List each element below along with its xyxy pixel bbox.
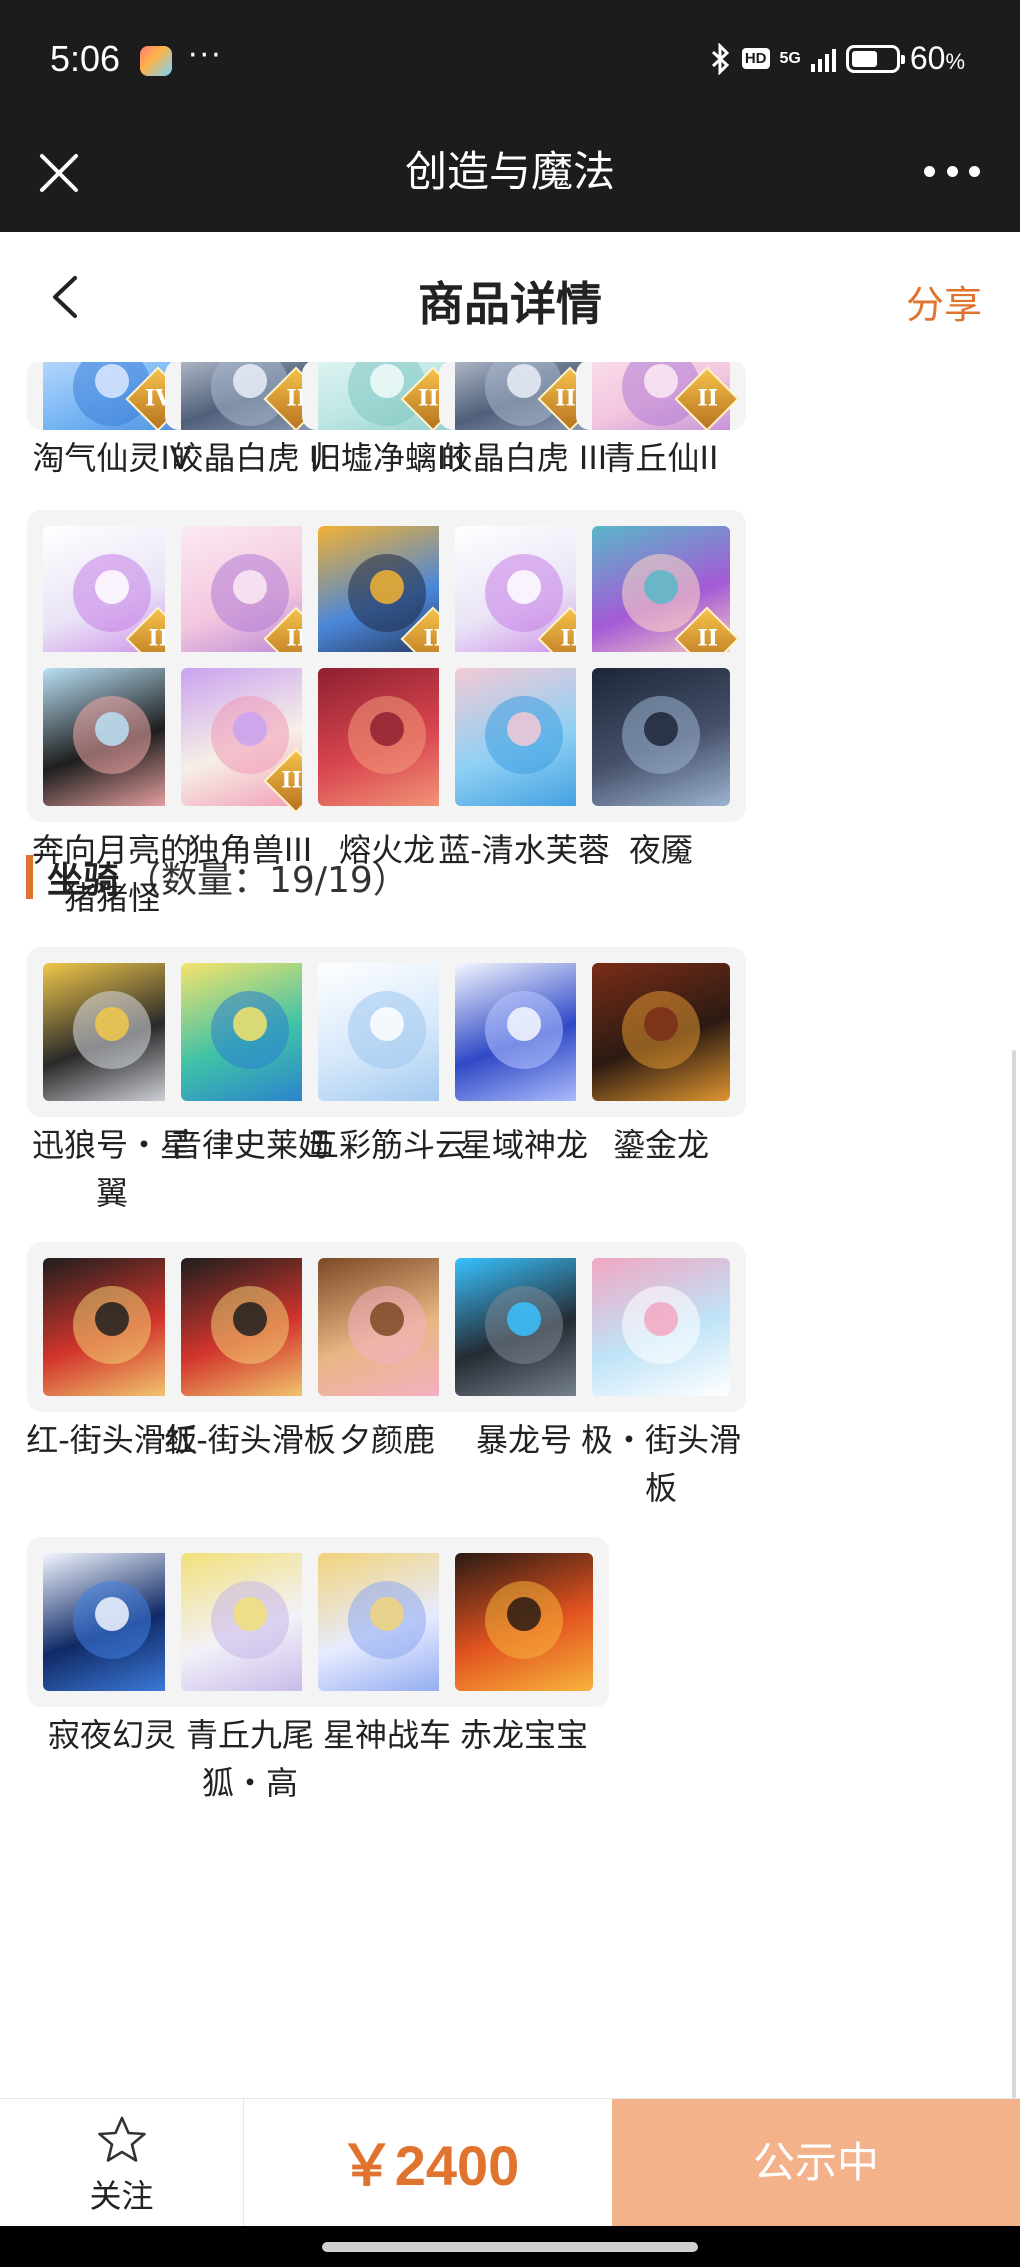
- grade-badge-text: II: [697, 385, 719, 412]
- item-thumbnail: [576, 1242, 746, 1412]
- item-image: [592, 963, 730, 1101]
- battery-icon: [845, 44, 905, 73]
- bluetooth-icon: [711, 42, 729, 75]
- app-bar: 创造与魔法: [0, 126, 1020, 232]
- page-title: 商品详情: [418, 277, 602, 331]
- item-thumbnail: [576, 947, 746, 1117]
- app-title: 创造与魔法: [404, 147, 615, 196]
- share-button[interactable]: 分享: [906, 274, 982, 329]
- item-name: 鎏金龙: [612, 1126, 709, 1164]
- product-detail-content[interactable]: IV 淘气仙灵IV II 皎晶白虎 II III 归墟净螭III III 皎晶白虎 III II…: [0, 362, 1020, 2098]
- page-header: 商品详情 分享: [0, 232, 1020, 362]
- battery-percent: 60%: [909, 40, 965, 76]
- item-image: [592, 668, 730, 806]
- star-icon: [98, 2116, 146, 2162]
- signal-strength-icon: [810, 46, 836, 72]
- item-name: 极・街头滑板: [580, 1421, 741, 1507]
- list-item[interactable]: 赤龙宝宝: [434, 1537, 614, 1759]
- bottom-action-bar: 关注 ￥2400 公示中: [0, 2098, 1020, 2227]
- home-indicator[interactable]: [322, 2242, 698, 2252]
- item-image: [455, 1553, 593, 1691]
- status-time: 5:06: [50, 38, 121, 79]
- list-item[interactable]: 鎏金龙: [571, 947, 751, 1169]
- item-image: [592, 1258, 730, 1396]
- grade-badge-text: II: [697, 625, 719, 652]
- system-nav-bar: [0, 2226, 1020, 2267]
- item-name: 赤龙宝宝: [459, 1716, 588, 1754]
- follow-button[interactable]: 关注: [0, 2099, 244, 2227]
- scrollbar[interactable]: [1012, 1050, 1016, 2100]
- status-indicators: HD 5G 60%: [710, 40, 965, 77]
- network-type: 5G: [779, 49, 801, 67]
- item-thumbnail: [439, 1537, 609, 1707]
- follow-label: 关注: [89, 2177, 154, 2215]
- list-item[interactable]: II 青丘仙II: [571, 362, 751, 482]
- game-center-icon: [140, 46, 172, 76]
- item-thumbnail: II: [576, 362, 746, 430]
- list-item[interactable]: 夜魇: [571, 652, 751, 874]
- list-item[interactable]: 极・街头滑板: [571, 1242, 751, 1512]
- status-more-icon: ···: [188, 38, 223, 73]
- item-name: 青丘仙II: [603, 439, 719, 477]
- hd-voice-icon: HD: [741, 48, 770, 69]
- price: ￥2400: [338, 2134, 520, 2197]
- item-thumbnail: [576, 652, 746, 822]
- more-options-icon[interactable]: [924, 156, 980, 186]
- status-button[interactable]: 公示中: [612, 2099, 1020, 2227]
- status-bar: 5:06 ··· HD 5G 60%: [0, 0, 1020, 126]
- item-name: 夜魇: [628, 831, 693, 869]
